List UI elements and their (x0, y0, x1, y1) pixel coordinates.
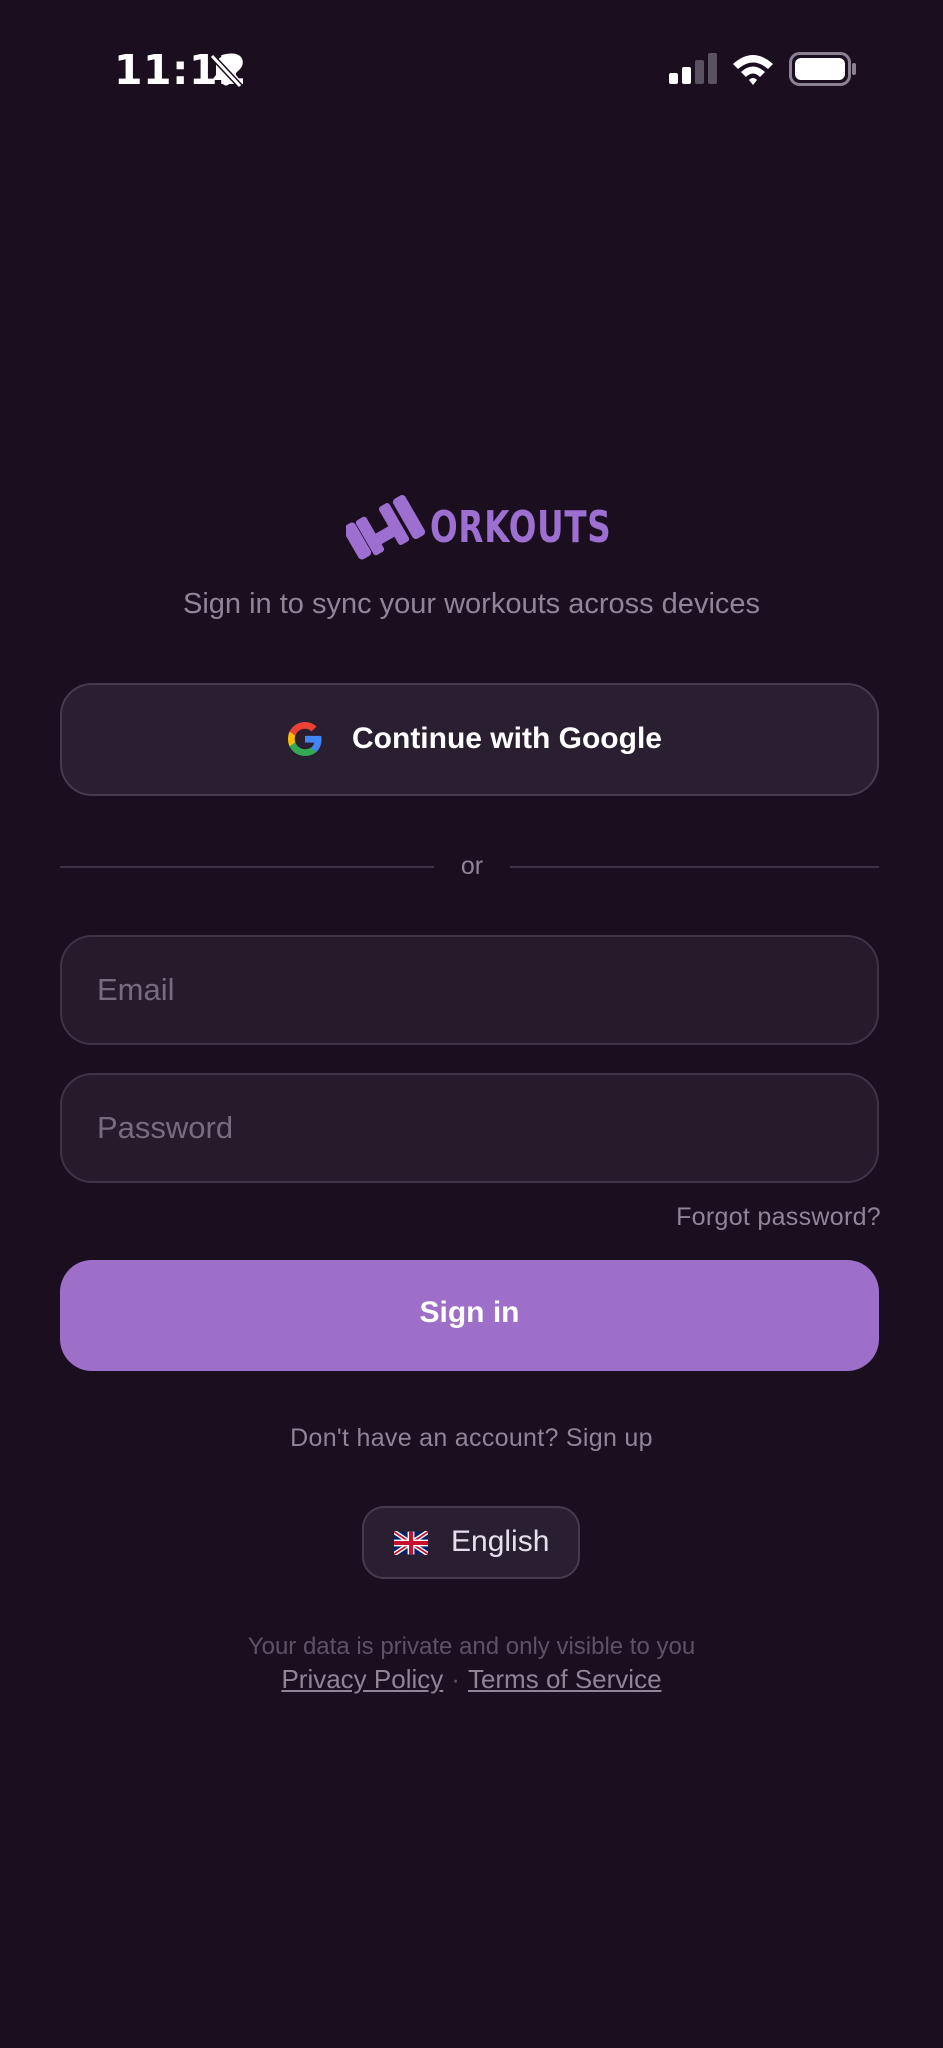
sign-in-button[interactable]: Sign in (60, 1260, 879, 1371)
privacy-policy-link[interactable]: Privacy Policy (281, 1664, 443, 1694)
divider-or-text: or (460, 852, 484, 880)
divider-left (60, 866, 434, 868)
sign-in-label: Sign in (419, 1296, 520, 1329)
language-selector-button[interactable]: English (362, 1506, 580, 1579)
divider-right (510, 866, 879, 868)
cellular-signal-icon (668, 53, 718, 85)
language-label: English (451, 1525, 550, 1558)
status-bar: 11:12 (0, 0, 943, 140)
app-logo: ORKOUTS (342, 486, 611, 572)
forgot-password-link[interactable]: Forgot password? (676, 1203, 881, 1232)
legal-separator: · (451, 1664, 460, 1694)
logo-wordmark: ORKOUTS (430, 502, 612, 553)
continue-with-google-label: Continue with Google (352, 722, 662, 755)
subtitle: Sign in to sync your workouts across dev… (182, 588, 761, 620)
legal-links: Privacy Policy · Terms of Service (0, 1664, 943, 1695)
uk-flag-icon (392, 1529, 430, 1557)
bell-slash-icon (208, 52, 244, 90)
battery-icon (789, 52, 857, 86)
email-field[interactable] (60, 935, 879, 1045)
sign-up-link[interactable]: Don't have an account? Sign up (0, 1424, 943, 1453)
password-field[interactable] (60, 1073, 879, 1183)
privacy-note: Your data is private and only visible to… (247, 1633, 696, 1660)
dumbbell-w-icon (342, 486, 430, 572)
terms-of-service-link[interactable]: Terms of Service (468, 1664, 662, 1694)
wifi-icon (731, 52, 775, 86)
continue-with-google-button[interactable]: Continue with Google (60, 683, 879, 796)
google-icon (285, 719, 325, 759)
